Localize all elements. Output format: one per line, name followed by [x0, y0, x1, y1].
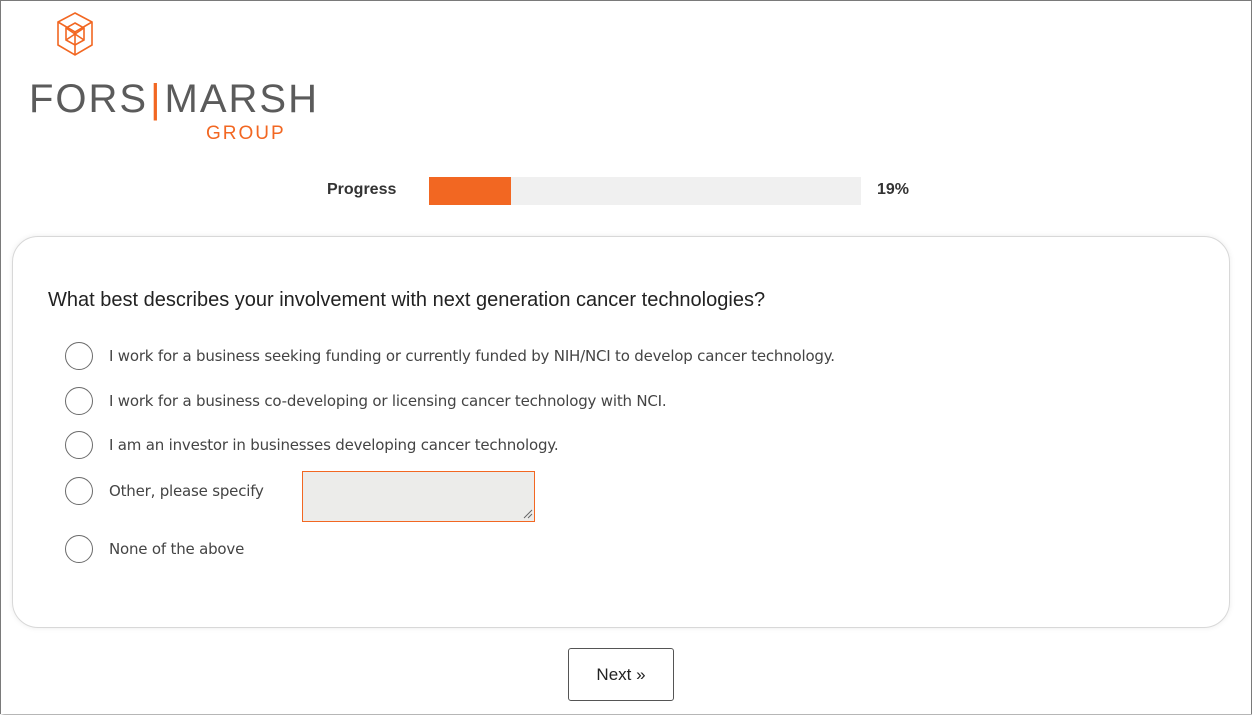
next-button[interactable]: Next »	[568, 648, 674, 701]
option-co-developing[interactable]: I work for a business co-developing or l…	[65, 386, 667, 416]
option-label: Other, please specify	[109, 482, 264, 500]
brand-subtitle: GROUP	[206, 123, 286, 144]
brand-name-right: MARSH	[164, 77, 319, 121]
option-other[interactable]: Other, please specify	[65, 476, 264, 506]
progress-label: Progress	[327, 181, 397, 198]
resize-grip-icon[interactable]	[523, 509, 533, 519]
progress-bar-fill	[429, 177, 512, 205]
radio-button[interactable]	[65, 387, 93, 415]
option-none[interactable]: None of the above	[65, 534, 244, 564]
progress-section: Progress 19%	[1, 177, 1252, 207]
radio-button[interactable]	[65, 477, 93, 505]
radio-button[interactable]	[65, 535, 93, 563]
company-logo: FORS|MARSH GROUP	[29, 11, 317, 151]
survey-page: FORS|MARSH GROUP Progress 19% What best …	[0, 0, 1252, 714]
cube-logo-icon	[57, 12, 93, 56]
brand-separator: |	[150, 77, 163, 121]
progress-percent: 19%	[877, 181, 910, 198]
question-text: What best describes your involvement wit…	[48, 289, 766, 311]
option-label: I am an investor in businesses developin…	[109, 436, 559, 454]
radio-button[interactable]	[65, 431, 93, 459]
brand-name-left: FORS	[29, 77, 149, 121]
option-label: I work for a business co-developing or l…	[109, 392, 667, 410]
brand-name: FORS|MARSH	[29, 79, 319, 119]
option-label: I work for a business seeking funding or…	[109, 347, 835, 365]
question-card: What best describes your involvement wit…	[12, 236, 1230, 628]
radio-button[interactable]	[65, 342, 93, 370]
other-specify-input[interactable]	[302, 471, 535, 522]
option-nih-funded[interactable]: I work for a business seeking funding or…	[65, 341, 835, 371]
option-label: None of the above	[109, 540, 245, 558]
option-investor[interactable]: I am an investor in businesses developin…	[65, 430, 559, 460]
progress-bar	[429, 177, 861, 205]
